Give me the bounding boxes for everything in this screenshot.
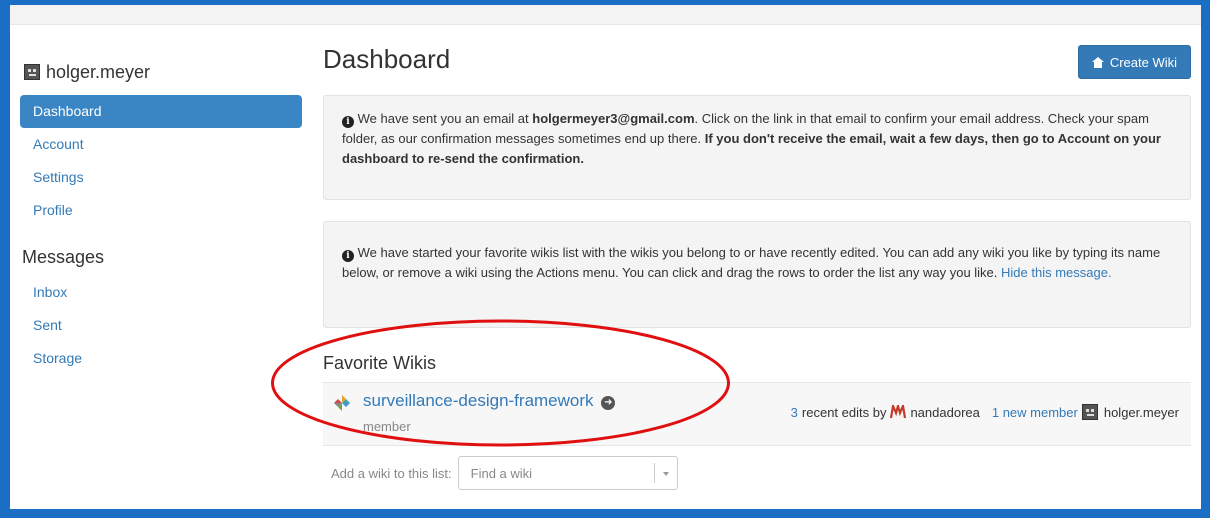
avatar-icon [24,64,40,80]
find-wiki-select[interactable]: Find a wiki [457,456,678,490]
nav-item-dashboard[interactable]: Dashboard [20,95,302,128]
username: holger.meyer [46,61,151,82]
nav-item-account[interactable]: Account [20,128,302,161]
info-icon: i [342,250,354,262]
main-content: Dashboard Create Wiki i We have sent you… [323,41,1191,490]
alert-email-text-1: We have sent you an email at [357,111,533,126]
wiki-name-link[interactable]: surveillance-design-framework ➜ [363,391,616,411]
nav-item-settings[interactable]: Settings [20,161,302,194]
messages-nav: Inbox Sent Storage [20,276,302,375]
arrow-circle-right-icon[interactable]: ➜ [601,396,616,410]
nav-item-profile[interactable]: Profile [20,194,302,227]
wiki-row[interactable]: surveillance-design-framework ➜ member 3… [323,382,1191,446]
wiki-pinwheel-icon [334,395,350,411]
wiki-activity: 3 recent edits by nandadorea 1 new membe… [791,404,1179,420]
recent-edits-count[interactable]: 3 [791,405,798,420]
nav-item-storage[interactable]: Storage [20,342,302,375]
account-nav: Dashboard Account Settings Profile [20,95,302,227]
messages-title: Messages [22,247,105,267]
add-wiki-row: Add a wiki to this list: Find a wiki [323,456,1191,490]
create-wiki-button[interactable]: Create Wiki [1077,45,1191,79]
select-divider [653,463,655,483]
nav-item-sent[interactable]: Sent [20,309,302,342]
new-member-link[interactable]: 1 new member [992,405,1078,420]
hide-message-link[interactable]: Hide this message. [1001,265,1112,280]
new-member-name[interactable]: holger.meyer [1104,405,1179,420]
member-avatar-icon [1081,404,1098,420]
nav-item-inbox[interactable]: Inbox [20,276,302,309]
find-wiki-placeholder: Find a wiki [470,465,533,481]
favorites-info-alert: i We have started your favorite wikis li… [323,221,1191,328]
home-icon [1091,56,1104,68]
wiki-role: member [363,419,411,434]
user-row: holger.meyer [20,57,302,87]
favorite-wikis-title: Favorite Wikis [323,353,437,373]
sidebar: holger.meyer Dashboard Account Settings … [20,57,302,375]
top-strip [10,5,1201,25]
add-wiki-label: Add a wiki to this list: [331,465,452,481]
editor-avatar-icon [890,405,907,419]
alert-email-address: holgermeyer3@gmail.com [532,111,695,126]
chevron-down-icon[interactable] [662,472,669,476]
recent-edits-text: recent edits by [801,404,887,420]
editor-name[interactable]: nandadorea [910,405,979,420]
info-icon: i [342,116,354,128]
wiki-name: surveillance-design-framework [363,391,594,410]
email-confirmation-alert: i We have sent you an email at holgermey… [323,95,1191,200]
page-title: Dashboard [323,44,451,74]
app-window: holger.meyer Dashboard Account Settings … [10,5,1201,509]
create-wiki-label: Create Wiki [1109,54,1177,70]
